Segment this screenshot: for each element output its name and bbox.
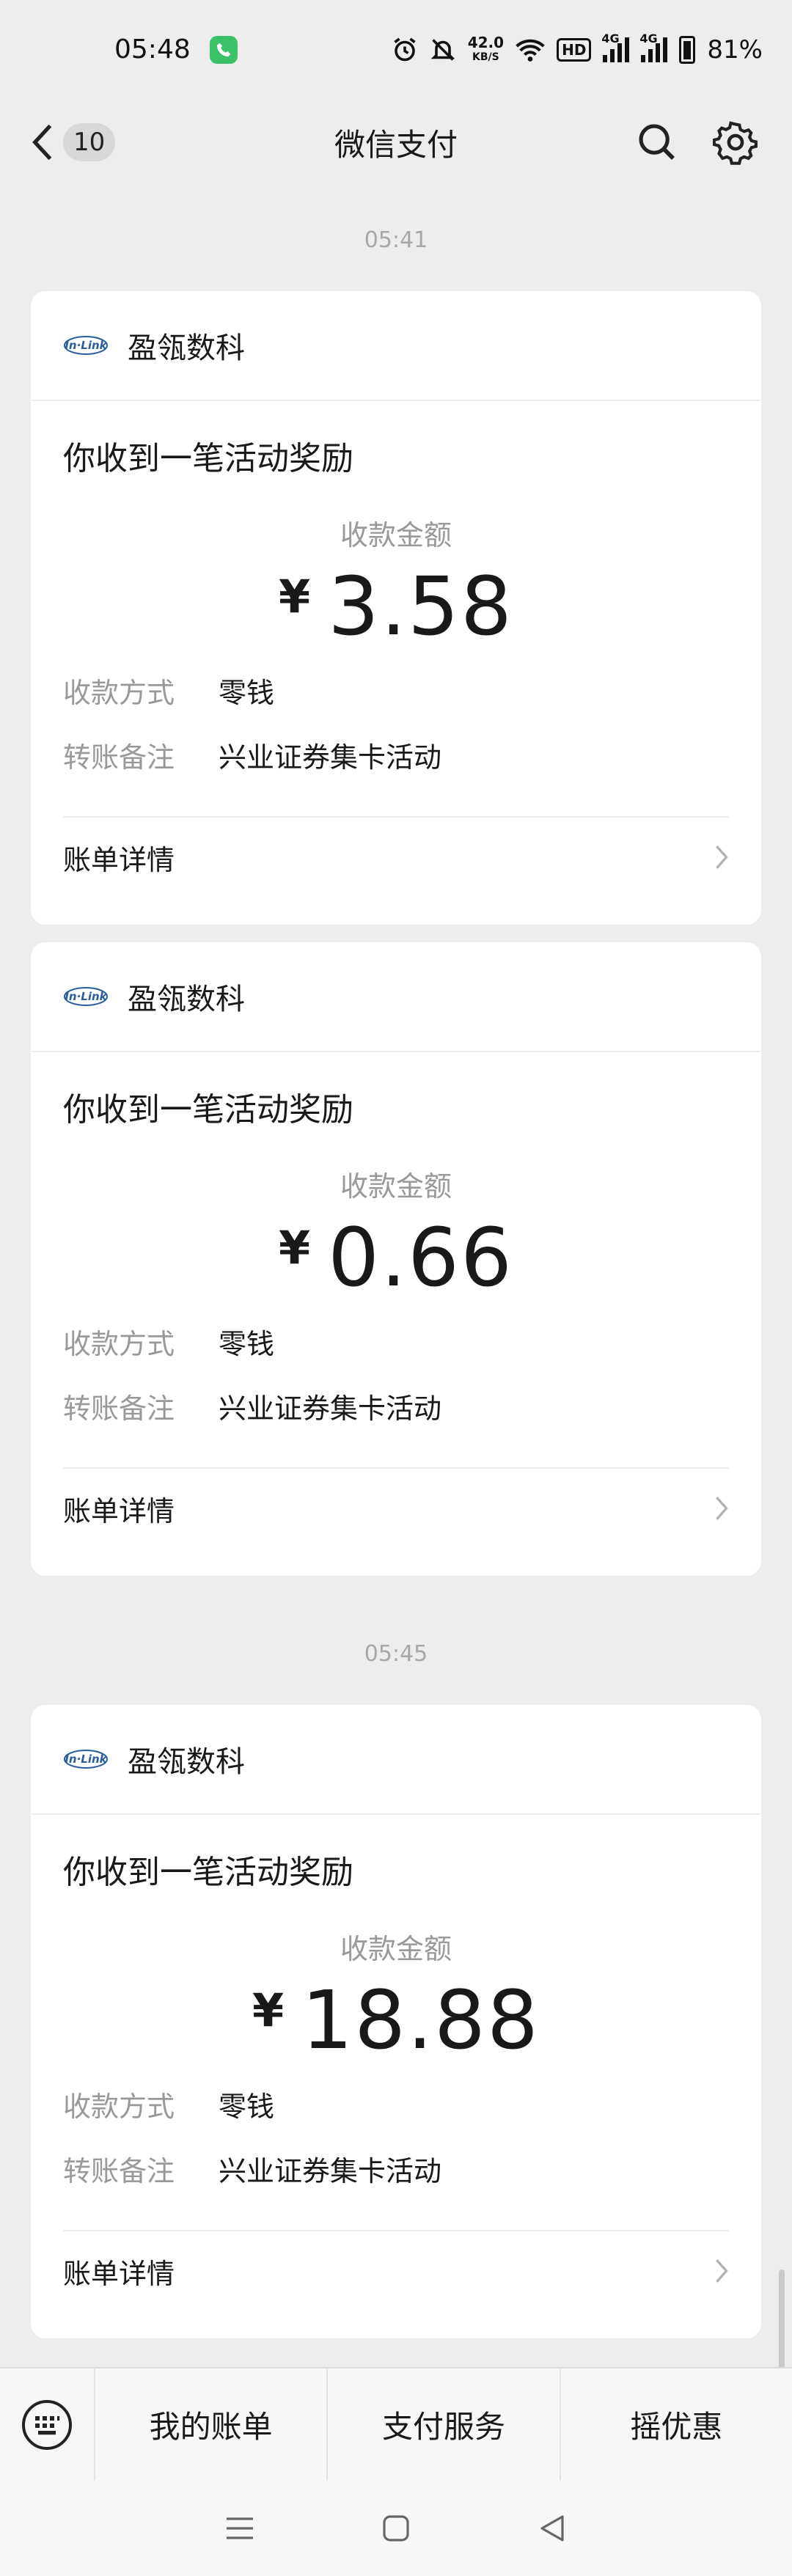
nav-bar: 微信支付 10: [0, 99, 792, 186]
signal-label-2: 4G: [639, 31, 658, 45]
amount: ¥ 0.66: [31, 1211, 761, 1304]
bottom-menu: 我的账单 支付服务 摇优惠: [0, 2367, 792, 2481]
card-title: 你收到一笔活动奖励: [63, 440, 353, 477]
svg-text:In·Link: In·Link: [65, 339, 107, 352]
search-icon[interactable]: [634, 120, 680, 165]
currency-symbol: ¥: [252, 1983, 285, 2037]
bill-details-link[interactable]: 账单详情: [63, 2230, 729, 2311]
menu-payment-services[interactable]: 支付服务: [326, 2368, 559, 2481]
keyboard-icon: [22, 2399, 72, 2450]
currency-symbol: ¥: [278, 1220, 311, 1274]
transfer-note-row: 转账备注 兴业证券集卡活动: [31, 1373, 761, 1438]
battery-percent: 81%: [707, 34, 763, 65]
amount-value: 0.66: [328, 1211, 514, 1304]
detail-key: 收款方式: [63, 676, 175, 709]
payment-card[interactable]: In·Link 盈瓴数科 你收到一笔活动奖励 收款金额 ¥ 18.88 收款方式…: [31, 1705, 761, 2338]
brand-logo-icon: In·Link: [64, 987, 108, 1006]
battery-icon: [679, 35, 696, 64]
back-triangle-icon: [540, 2515, 564, 2542]
card-title: 你收到一笔活动奖励: [63, 1854, 353, 1891]
bill-details-label: 账单详情: [63, 843, 175, 876]
scrollbar[interactable]: [779, 2269, 785, 2372]
detail-key: 转账备注: [63, 741, 175, 774]
transfer-note-row: 转账备注 兴业证券集卡活动: [31, 722, 761, 787]
card-header: In·Link 盈瓴数科: [31, 942, 761, 1052]
brand-name: 盈瓴数科: [128, 983, 245, 1016]
home-button[interactable]: [374, 2506, 418, 2550]
gear-icon[interactable]: [713, 120, 758, 165]
wifi-icon: [516, 39, 545, 62]
system-navigation: [0, 2481, 792, 2576]
menu-my-bills[interactable]: 我的账单: [94, 2368, 326, 2481]
payment-card[interactable]: In·Link 盈瓴数科 你收到一笔活动奖励 收款金额 ¥ 0.66 收款方式 …: [31, 942, 761, 1576]
card-header: In·Link 盈瓴数科: [31, 1705, 761, 1815]
net-speed-unit: KB/S: [472, 51, 499, 63]
amount: ¥ 18.88: [31, 1973, 761, 2067]
amount-label: 收款金额: [340, 1170, 452, 1203]
svg-text:In·Link: In·Link: [65, 990, 107, 1003]
amount-value: 3.58: [328, 559, 514, 653]
signal-icon: 4G: [639, 32, 668, 62]
message-timestamp: 05:45: [364, 1641, 428, 1667]
signal-icon: 4G: [601, 32, 630, 62]
detail-value: 兴业证券集卡活动: [219, 1392, 442, 1425]
transfer-note-row: 转账备注 兴业证券集卡活动: [31, 2136, 761, 2201]
amount-label: 收款金额: [340, 519, 452, 551]
menu-lines-icon: [226, 2517, 253, 2539]
detail-value: 兴业证券集卡活动: [219, 2154, 442, 2187]
status-bar: 05:48 42.0 KB/S HD 4G 4G 81%: [0, 0, 792, 99]
brand-name: 盈瓴数科: [128, 1745, 245, 1779]
amount-label: 收款金额: [340, 1933, 452, 1965]
bill-details-link[interactable]: 账单详情: [63, 816, 729, 897]
menu-shake-deals[interactable]: 摇优惠: [559, 2368, 792, 2481]
bill-details-label: 账单详情: [63, 1494, 175, 1527]
chevron-right-icon: [716, 1497, 728, 1520]
bill-details-label: 账单详情: [63, 2257, 175, 2290]
back-chevron-icon: [32, 124, 52, 161]
signal-label-1: 4G: [601, 31, 620, 45]
hd-badge: HD: [557, 37, 592, 62]
recent-apps-button[interactable]: [218, 2506, 262, 2550]
mute-icon: [430, 38, 455, 61]
keyboard-toggle-button[interactable]: [0, 2368, 94, 2481]
brand-logo-icon: In·Link: [64, 1750, 108, 1769]
unread-badge: 10: [63, 123, 116, 161]
payment-method-row: 收款方式 零钱: [31, 2072, 761, 2136]
currency-symbol: ¥: [278, 569, 311, 623]
home-square-icon: [383, 2515, 409, 2542]
detail-key: 转账备注: [63, 2154, 175, 2187]
payment-card[interactable]: In·Link 盈瓴数科 你收到一笔活动奖励 收款金额 ¥ 3.58 收款方式 …: [31, 291, 761, 925]
detail-key: 转账备注: [63, 1392, 175, 1425]
detail-key: 收款方式: [63, 2090, 175, 2123]
detail-value: 零钱: [219, 2090, 275, 2123]
payment-method-row: 收款方式 零钱: [31, 658, 761, 722]
payment-method-row: 收款方式 零钱: [31, 1309, 761, 1373]
chevron-right-icon: [716, 2259, 728, 2283]
system-back-button[interactable]: [530, 2506, 574, 2550]
status-time: 05:48: [114, 34, 191, 65]
chevron-right-icon: [716, 845, 728, 869]
svg-text:In·Link: In·Link: [65, 1753, 107, 1766]
brand-name: 盈瓴数科: [128, 331, 245, 365]
detail-value: 兴业证券集卡活动: [219, 741, 442, 774]
message-timestamp: 05:41: [364, 227, 428, 253]
alarm-icon: [394, 37, 416, 61]
bill-details-link[interactable]: 账单详情: [63, 1467, 729, 1548]
detail-value: 零钱: [219, 1327, 275, 1360]
detail-value: 零钱: [219, 676, 275, 709]
net-speed: 42.0 KB/S: [468, 35, 504, 65]
call-icon: [209, 35, 238, 64]
net-speed-value: 42.0: [467, 33, 505, 51]
card-header: In·Link 盈瓴数科: [31, 291, 761, 401]
amount: ¥ 3.58: [31, 559, 761, 653]
brand-logo-icon: In·Link: [64, 336, 108, 355]
detail-key: 收款方式: [63, 1327, 175, 1360]
amount-value: 18.88: [301, 1973, 540, 2067]
card-title: 你收到一笔活动奖励: [63, 1091, 353, 1129]
back-button[interactable]: 10: [29, 115, 116, 169]
